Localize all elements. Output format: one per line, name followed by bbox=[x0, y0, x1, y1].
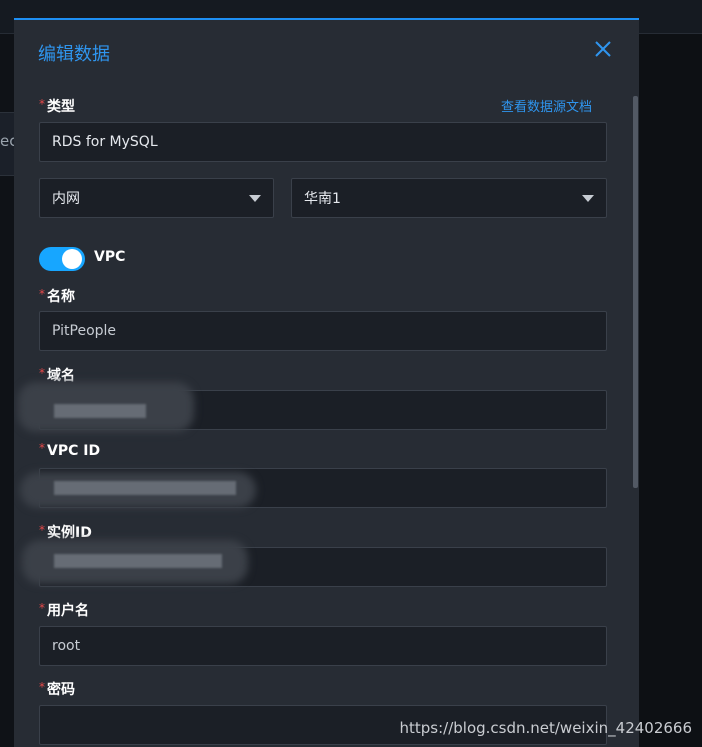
type-label: * 类型 bbox=[39, 97, 75, 115]
modal-title: 编辑数据 bbox=[38, 44, 110, 65]
type-input[interactable]: RDS for MySQL bbox=[39, 122, 607, 162]
caret-down-icon bbox=[249, 195, 261, 202]
redaction-mask bbox=[54, 481, 236, 495]
password-label: * 密码 bbox=[39, 680, 75, 698]
vpc-id-label: * VPC ID bbox=[39, 441, 101, 459]
close-button[interactable] bbox=[594, 40, 612, 58]
close-icon bbox=[595, 41, 611, 57]
vpc-toggle-label: VPC bbox=[94, 249, 126, 265]
name-input[interactable]: PitPeople bbox=[39, 311, 607, 351]
network-select[interactable]: 内网 bbox=[39, 178, 274, 218]
redaction-mask bbox=[54, 404, 146, 418]
instance-id-label: * 实例ID bbox=[39, 523, 92, 541]
modal-header: 编辑数据 bbox=[14, 20, 639, 82]
region-select[interactable]: 华南1 bbox=[291, 178, 607, 218]
caret-down-icon bbox=[582, 195, 594, 202]
view-datasource-doc-link[interactable]: 查看数据源文档 bbox=[501, 96, 592, 115]
background-right bbox=[639, 34, 702, 747]
username-label: * 用户名 bbox=[39, 601, 89, 619]
toggle-knob bbox=[62, 249, 82, 269]
scrollbar-thumb[interactable] bbox=[633, 96, 638, 488]
username-input[interactable]: root bbox=[39, 626, 607, 666]
edit-data-modal: 编辑数据 * 类型 查看数据源文档 RDS for MySQL 内网 华南1 VP… bbox=[14, 18, 639, 747]
modal-scrollbar[interactable] bbox=[631, 96, 639, 747]
redaction-mask bbox=[54, 554, 222, 568]
name-label: * 名称 bbox=[39, 287, 75, 305]
watermark-text: https://blog.csdn.net/weixin_42402666 bbox=[399, 719, 692, 737]
vpc-toggle[interactable] bbox=[39, 247, 85, 271]
